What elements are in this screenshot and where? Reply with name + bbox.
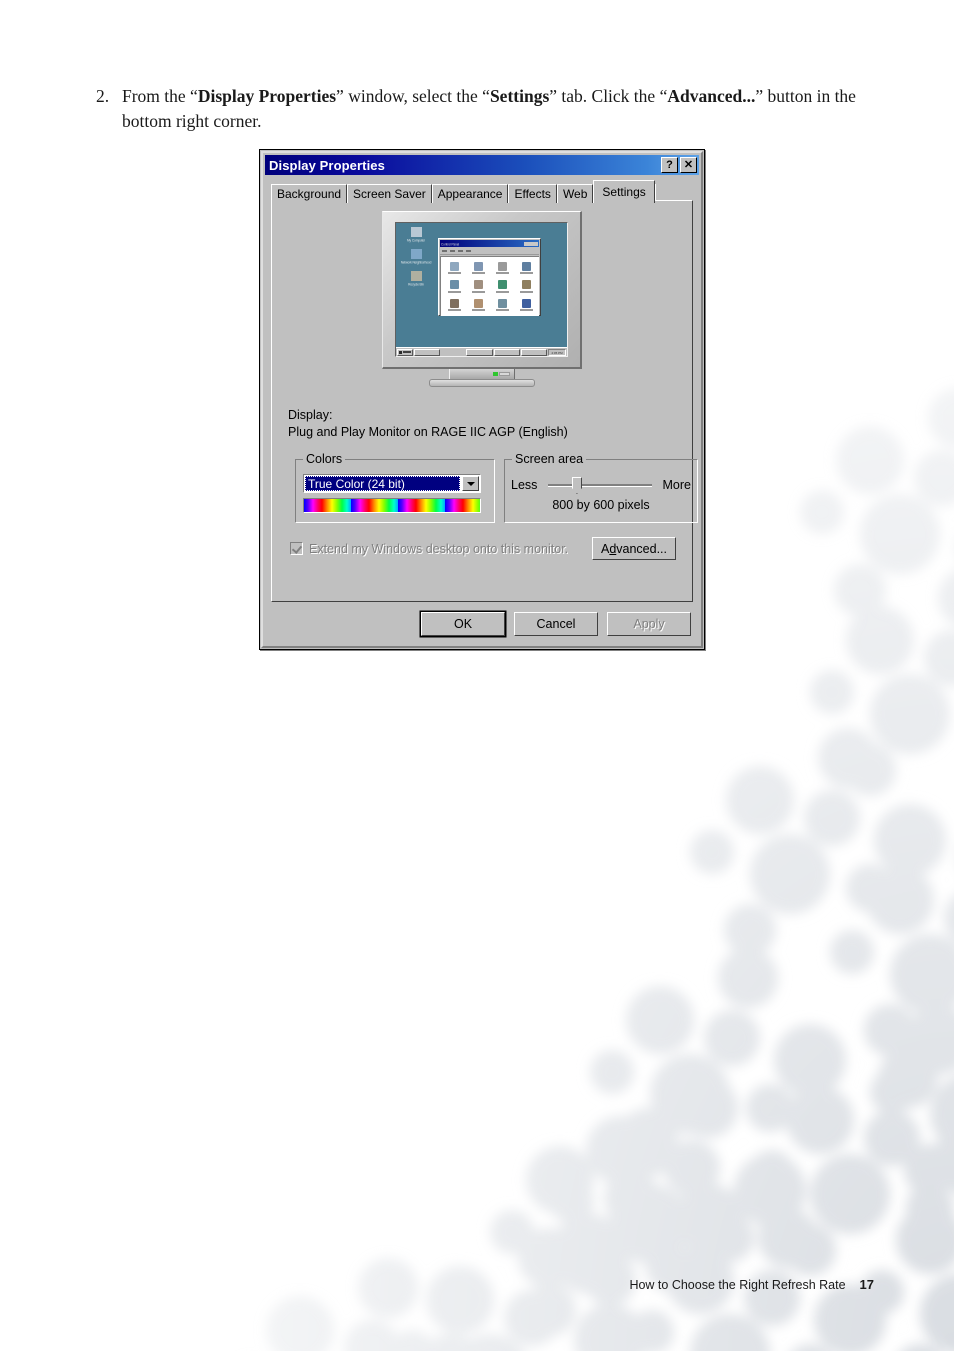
monitor-screen: My Computer Network Neighborhood Recycle… — [395, 222, 568, 357]
preview-icon-recycle-bin: Recycle Bin — [400, 271, 432, 287]
preview-folder-menubar — [440, 248, 539, 255]
display-properties-dialog: Display Properties ? ✕ Background Screen… — [259, 149, 705, 650]
resolution-value: 800 by 600 pixels — [552, 498, 650, 512]
network-icon — [410, 249, 422, 259]
recycle-bin-icon — [410, 271, 422, 281]
advanced-button[interactable]: Ad vanced... — [592, 537, 676, 560]
tab-background[interactable]: Background — [271, 184, 348, 203]
list-item — [442, 259, 466, 277]
monitor-neck — [449, 369, 515, 379]
ok-button[interactable]: OK — [421, 612, 505, 636]
list-item — [466, 259, 490, 277]
advanced-label-a: A — [600, 541, 610, 556]
tab-web[interactable]: Web — [556, 184, 594, 203]
apply-button: Apply — [607, 612, 691, 636]
tab-settings[interactable]: Settings — [593, 180, 655, 203]
slider-more-label: More — [662, 478, 691, 492]
display-adapter-value: Plug and Play Monitor on RAGE IIC AGP (E… — [288, 425, 568, 439]
dialog-titlebar[interactable]: Display Properties ? ✕ — [265, 155, 699, 175]
tab-effects[interactable]: Effects — [508, 184, 557, 203]
step-number: 2. — [96, 86, 110, 106]
extend-desktop-checkbox[interactable] — [290, 542, 303, 555]
power-led-icon — [493, 372, 498, 376]
instruction-text: From the “Display Properties” window, se… — [122, 86, 856, 131]
list-item — [466, 277, 490, 295]
taskbar-button — [414, 348, 441, 356]
preview-folder-titlebar: Control Panel — [440, 240, 539, 247]
list-item — [514, 277, 538, 295]
my-computer-icon — [410, 227, 422, 237]
extend-desktop-label: Extend my Windows desktop onto this moni… — [309, 541, 569, 556]
preview-folder-window: Control Panel — [438, 238, 541, 316]
page-number: 17 — [859, 1277, 874, 1292]
list-item — [490, 259, 514, 277]
page-footer: How to Choose the Right Refresh Rate 17 — [629, 1277, 874, 1292]
tab-screen-saver[interactable]: Screen Saver — [347, 184, 432, 203]
slider-thumb[interactable] — [571, 477, 582, 494]
color-depth-combobox[interactable]: True Color (24 bit) — [303, 474, 481, 493]
list-item — [514, 259, 538, 277]
tab-appearance[interactable]: Appearance — [431, 184, 509, 203]
preview-folder-title: Control Panel — [441, 240, 460, 247]
slider-track — [547, 484, 652, 487]
help-icon[interactable]: ? — [661, 157, 678, 173]
monitor-bezel: My Computer Network Neighborhood Recycle… — [382, 211, 582, 369]
tab-strip: Background Screen Saver Appearance Effec… — [271, 180, 693, 203]
taskbar-button — [520, 348, 548, 356]
display-label: Display: — [288, 408, 333, 422]
preview-icon-caption: Network Neighborhood — [400, 259, 432, 265]
settings-tab-page: My Computer Network Neighborhood Recycle… — [271, 200, 698, 602]
list-item — [442, 296, 466, 314]
start-button-icon — [397, 348, 413, 356]
preview-icon-caption: Recycle Bin — [408, 281, 424, 287]
preview-desktop-icons: My Computer Network Neighborhood Recycle… — [400, 227, 432, 293]
dialog-inner-frame: Display Properties ? ✕ Background Screen… — [261, 151, 703, 648]
list-item — [490, 296, 514, 314]
close-icon[interactable]: ✕ — [680, 157, 697, 173]
list-item — [442, 277, 466, 295]
taskbar-button — [493, 348, 520, 356]
color-spectrum-bar — [303, 498, 481, 513]
list-item — [466, 296, 490, 314]
slider-less-label: Less — [511, 478, 538, 492]
display-info: Display: Plug and Play Monitor on RAGE I… — [288, 407, 568, 441]
extend-desktop-row: Extend my Windows desktop onto this moni… — [290, 537, 676, 560]
preview-icon-caption: My Computer — [406, 237, 426, 243]
cancel-button[interactable]: Cancel — [514, 612, 598, 636]
instruction-paragraph: 2. From the “Display Properties” window,… — [96, 84, 886, 134]
footer-chapter-title: How to Choose the Right Refresh Rate — [629, 1278, 846, 1292]
taskbar-gap — [441, 349, 465, 356]
monitor-base — [429, 379, 535, 387]
screen-area-group-legend: Screen area — [512, 453, 587, 466]
color-depth-value: True Color (24 bit) — [305, 476, 460, 491]
colors-group-legend: Colors — [303, 453, 346, 466]
chevron-down-icon[interactable] — [462, 476, 479, 491]
monitor-control-strip — [499, 372, 510, 376]
monitor-preview: My Computer Network Neighborhood Recycle… — [272, 211, 692, 396]
dialog-title: Display Properties — [269, 157, 385, 173]
taskbar-clock: 4:05 PM — [548, 348, 567, 356]
advanced-label-accel: d — [609, 541, 617, 556]
preview-taskbar: 4:05 PM — [396, 347, 567, 356]
resolution-slider[interactable] — [547, 476, 652, 494]
dialog-footer-buttons: OK Cancel Apply — [421, 612, 691, 636]
resolution-slider-row: Less More — [511, 476, 691, 494]
preview-folder-iconlist — [440, 256, 539, 316]
preview-window-buttons — [524, 241, 538, 246]
colors-group: Colors True Color (24 bit) — [295, 453, 495, 523]
preview-icon-network: Network Neighborhood — [400, 249, 432, 265]
advanced-label-rest: vanced... — [616, 541, 668, 556]
screen-area-group: Screen area Less More 800 by 600 pixels — [504, 453, 698, 523]
taskbar-button — [466, 348, 493, 356]
list-item — [490, 277, 514, 295]
preview-icon-my-computer: My Computer — [400, 227, 432, 243]
list-item — [514, 296, 538, 314]
